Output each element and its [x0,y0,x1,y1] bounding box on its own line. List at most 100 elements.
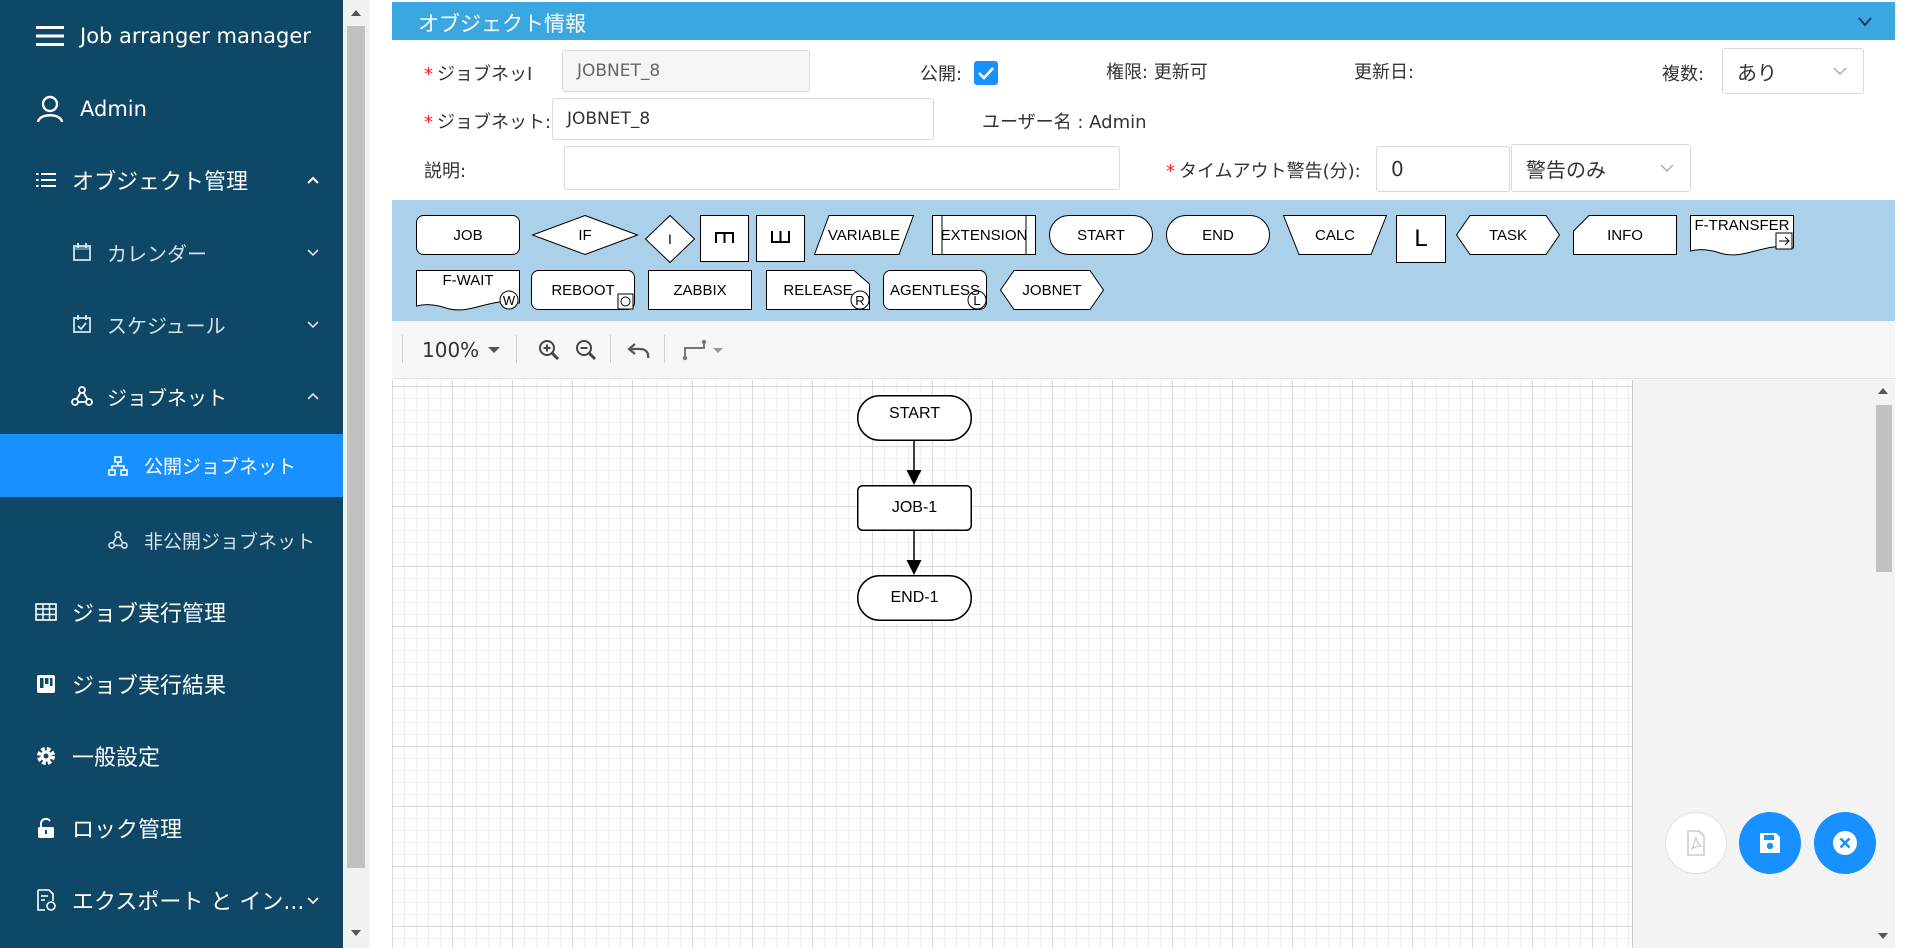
diagram-canvas[interactable]: START JOB-1 END-1 [392,380,1632,948]
menu-calendar[interactable]: カレンダー [0,216,343,288]
chevron-down-icon [307,897,319,905]
menu-label: カレンダー [107,241,207,266]
palette-parallel-end[interactable] [756,215,805,262]
scroll-up-arrow-icon[interactable] [351,10,361,16]
palette-start[interactable]: START [1049,215,1153,255]
zoom-out-icon[interactable] [575,339,597,361]
chevron-down-icon [1833,67,1847,75]
palette-ftransfer[interactable]: F-TRANSFER [1690,215,1794,257]
jobnet-name-input[interactable]: JOBNET_8 [552,98,934,140]
zoom-in-icon[interactable] [538,339,560,361]
menu-schedule[interactable]: スケジュール [0,288,343,360]
flow-node-start[interactable]: START [857,395,972,441]
palette-extension[interactable]: EXTENSION [932,215,1036,255]
menu-label: オブジェクト管理 [72,170,249,195]
page-scrollbar[interactable] [343,0,369,948]
palette-join[interactable]: I [644,214,696,264]
palette-info[interactable]: INFO [1573,215,1677,255]
export-pdf-button[interactable] [1665,812,1727,874]
menu-export-import[interactable]: エクスポート と イン... [0,864,343,936]
menu-lock-management[interactable]: ロック管理 [0,792,343,864]
menu-label: ジョブネット [107,385,227,410]
caret-down-icon [713,348,723,353]
shape-label: ZABBIX [673,281,727,299]
palette-zabbix[interactable]: ZABBIX [648,270,752,310]
zoom-select[interactable]: 100% [422,335,501,365]
scroll-down-arrow-icon[interactable] [351,930,361,936]
table-icon [32,598,60,626]
diagram-toolbar: 100% [392,321,1895,379]
unlock-icon [32,814,60,842]
panel-header[interactable]: オブジェクト情報 [392,2,1895,40]
palette-agentless[interactable]: L AGENTLESS [883,270,987,310]
menu-general-settings[interactable]: 一般設定 [0,720,343,792]
hamburger-menu-icon[interactable] [36,22,64,50]
flow-node-end[interactable]: END-1 [857,575,972,621]
scrollbar-thumb[interactable] [347,26,365,868]
user-name: Admin [80,97,147,121]
canvas-scrollbar[interactable] [1872,380,1895,948]
palette-calc[interactable]: CALC [1282,215,1388,255]
permission-text: 権限: 更新可 [1106,62,1208,83]
menu-public-jobnet[interactable]: 公開ジョブネット [0,434,343,497]
jobnet-id-input[interactable]: JOBNET_8 [562,50,810,92]
timeout-mode-select[interactable]: 警告のみ [1511,144,1691,192]
scroll-up-arrow-icon[interactable] [1878,388,1888,394]
multiple-select[interactable]: あり [1722,48,1864,94]
palette-jobnet[interactable]: JOBNET [999,270,1105,310]
description-input[interactable] [564,146,1120,190]
select-value: あり [1737,60,1777,85]
close-circle-icon [1833,831,1857,855]
object-info-panel: オブジェクト情報 * ジョブネッI JOBNET_8 公開: 権限: 更新可 更新… [392,0,1895,948]
menu-jobnet[interactable]: ジョブネット [0,360,343,432]
shape-label: VARIABLE [827,226,901,244]
menu-object-management[interactable]: オブジェクト管理 [0,144,343,216]
label-text: ジョブネッI [437,64,533,85]
menu-job-exec-management[interactable]: ジョブ実行管理 [0,576,343,648]
undo-icon[interactable] [627,340,651,360]
menu-label: ジョブ実行管理 [72,602,227,627]
timeout-input[interactable]: 0 [1376,146,1510,192]
scroll-down-arrow-icon[interactable] [1878,933,1888,939]
menu-job-exec-result[interactable]: ジョブ実行結果 [0,648,343,720]
public-checkbox[interactable] [974,61,998,85]
palette-loop[interactable]: L [1396,215,1446,263]
palette-end[interactable]: END [1166,215,1270,255]
palette-release[interactable]: R RELEASE [766,270,870,310]
menu-label: ロック管理 [72,818,183,843]
shape-palette: JOB IF I VARIABLE EXTENSION START END CA… [392,200,1895,321]
user-profile[interactable]: Admin [0,73,343,145]
palette-if[interactable]: IF [531,214,639,256]
public-label: 公開: [920,64,963,85]
palette-fwait[interactable]: W F-WAIT [416,270,520,312]
toolbar-divider [402,335,403,363]
palette-parallel-start[interactable] [700,215,749,262]
parallel-start-shape-icon [700,215,749,262]
connector-style-select[interactable] [682,338,724,362]
palette-task[interactable]: TASK [1455,215,1561,255]
sitemap-icon [107,455,129,477]
palette-job[interactable]: JOB [416,215,520,255]
chevron-down-icon[interactable] [1857,14,1873,30]
save-button[interactable] [1739,812,1801,874]
scrollbar-thumb[interactable] [1876,405,1892,572]
close-button[interactable] [1814,812,1876,874]
palette-reboot[interactable]: REBOOT [531,270,635,310]
menu-label: 非公開ジョブネット [144,530,316,553]
flow-node-job[interactable]: JOB-1 [857,485,972,531]
chevron-up-icon [307,176,319,184]
user-icon [36,95,64,123]
connector-icon [682,339,707,361]
palette-variable[interactable]: VARIABLE [813,215,915,255]
network-icon [70,384,94,408]
user-name-text: ユーザー名 : Admin [982,112,1147,133]
file-sync-icon [32,886,60,914]
menu-private-jobnet[interactable]: 非公開ジョブネット [0,504,343,576]
toolbar-divider [610,335,611,363]
board-icon [32,670,60,698]
schedule-icon [70,312,94,336]
shape-label: REBOOT [551,281,615,299]
parallel-end-shape-icon [756,215,805,262]
gear-icon [32,742,60,770]
zoom-value: 100% [422,338,480,362]
